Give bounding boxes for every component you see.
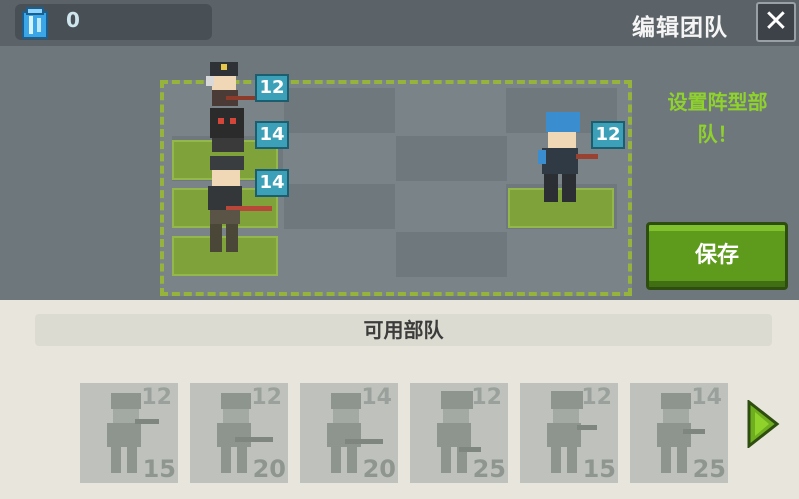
soldier-blue-helmet-figure[interactable] xyxy=(530,110,600,220)
unit-card[interactable]: 12 20 xyxy=(190,383,288,483)
grid-cell[interactable] xyxy=(396,136,507,181)
unit-level: 12 xyxy=(581,385,612,410)
formation-hint: 设置阵型部队！ xyxy=(667,90,768,146)
unit-cost: 15 xyxy=(582,455,616,483)
unit-level: 14 xyxy=(361,385,392,410)
gem-count: 0 xyxy=(66,8,80,32)
next-page-arrow-icon[interactable] xyxy=(745,400,781,448)
page-title: 编辑团队 xyxy=(632,15,728,41)
soldier-dark-figure[interactable] xyxy=(200,104,260,154)
unit-level: 12 xyxy=(471,385,502,410)
unit-card[interactable]: 12 15 xyxy=(520,383,618,483)
top-bar: 0 编辑团队 ✕ xyxy=(0,0,799,46)
level-badge: 12 xyxy=(255,74,289,102)
grid-cell[interactable] xyxy=(284,88,395,133)
grid-cell[interactable] xyxy=(284,184,395,229)
close-button[interactable]: ✕ xyxy=(756,2,796,42)
unit-level: 12 xyxy=(141,385,172,410)
unit-cost: 25 xyxy=(472,455,506,483)
unit-level: 12 xyxy=(251,385,282,410)
unit-cost: 25 xyxy=(692,455,726,483)
panel-title: 可用部队 xyxy=(35,314,772,346)
unit-cost: 20 xyxy=(252,455,286,483)
level-badge: 14 xyxy=(255,169,289,197)
unit-cost: 20 xyxy=(362,455,396,483)
soldier-rifleman-figure[interactable] xyxy=(196,150,276,262)
unit-card[interactable]: 12 15 xyxy=(80,383,178,483)
unit-card[interactable]: 14 20 xyxy=(300,383,398,483)
unit-card[interactable]: 12 25 xyxy=(410,383,508,483)
unit-cost: 15 xyxy=(142,455,176,483)
crystal-gem-icon xyxy=(22,7,48,39)
level-badge: 14 xyxy=(255,121,289,149)
level-badge: 12 xyxy=(591,121,625,149)
grid-cell[interactable] xyxy=(396,232,507,277)
save-button[interactable]: 保存 xyxy=(646,222,788,290)
unit-level: 14 xyxy=(691,385,722,410)
unit-card[interactable]: 14 25 xyxy=(630,383,728,483)
